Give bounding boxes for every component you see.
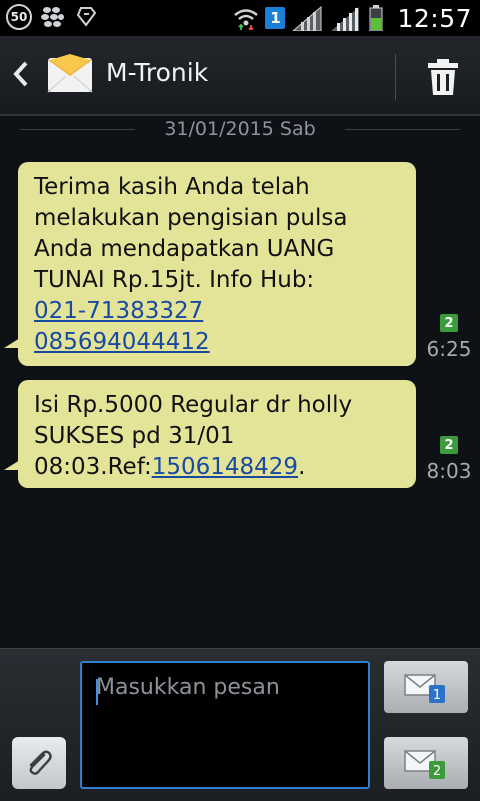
bbm-icon bbox=[40, 4, 66, 30]
send-sim2-button[interactable]: 2 bbox=[384, 737, 468, 789]
message-input[interactable] bbox=[82, 663, 368, 787]
header-divider bbox=[395, 54, 396, 100]
envelope-icon bbox=[46, 50, 94, 98]
back-button[interactable] bbox=[10, 60, 32, 88]
send-sim1-button[interactable]: 1 bbox=[384, 661, 468, 713]
date-separator: 31/01/2015 Sab bbox=[20, 118, 460, 140]
signal-sim1-icon bbox=[291, 5, 323, 31]
bubble-tail bbox=[4, 338, 20, 348]
sim1-badge: 1 bbox=[265, 7, 286, 29]
battery-percent-indicator: 50 bbox=[6, 4, 32, 30]
wifi-icon bbox=[233, 5, 259, 31]
download-arrow-icon bbox=[74, 4, 100, 30]
message-bubble-2[interactable]: Isi Rp.5000 Regular dr holly SUKSES pd 3… bbox=[4, 380, 416, 488]
status-right: 1 12:57 bbox=[233, 2, 472, 34]
send-sim2-number: 2 bbox=[433, 764, 441, 779]
message-input-box[interactable] bbox=[80, 661, 370, 789]
delete-thread-button[interactable] bbox=[416, 50, 470, 104]
battery-icon bbox=[367, 5, 385, 31]
bubble-tail bbox=[4, 460, 20, 470]
compose-area: 1 2 bbox=[0, 648, 480, 801]
sim2-tag-icon: 2 bbox=[440, 314, 458, 332]
paperclip-icon bbox=[29, 750, 52, 775]
text-cursor bbox=[96, 679, 98, 705]
send-sim1-icon: 1 bbox=[404, 674, 445, 703]
send-sim2-icon: 2 bbox=[404, 750, 445, 779]
message-text-end: . bbox=[298, 454, 306, 480]
date-line-right bbox=[345, 129, 460, 130]
message-bubble-1[interactable]: Terima kasih Anda telah melakukan pengis… bbox=[4, 162, 416, 366]
conversation-header: M-Tronik bbox=[0, 36, 480, 116]
message-time: 6:25 bbox=[426, 337, 472, 361]
message-text: Terima kasih Anda telah melakukan pengis… bbox=[34, 174, 348, 293]
ref-number-link[interactable]: 1506148429 bbox=[152, 454, 298, 480]
message-meta-2: 2 8:03 bbox=[424, 436, 474, 483]
phone-link-1[interactable]: 021-71383327 bbox=[34, 298, 203, 324]
message-time: 8:03 bbox=[426, 459, 472, 483]
phone-link-2[interactable]: 085694044412 bbox=[34, 329, 210, 355]
status-left: 50 bbox=[6, 4, 100, 30]
status-bar: 50 1 12:57 bbox=[0, 0, 480, 36]
sim2-tag-icon: 2 bbox=[440, 436, 458, 454]
contact-name: M-Tronik bbox=[106, 58, 209, 87]
attach-button[interactable] bbox=[12, 737, 66, 789]
message-meta-1: 2 6:25 bbox=[424, 314, 474, 361]
signal-sim2-icon bbox=[329, 5, 361, 31]
trash-icon bbox=[428, 59, 458, 95]
chevron-left-icon bbox=[13, 61, 28, 87]
status-clock: 12:57 bbox=[397, 3, 472, 33]
send-sim1-number: 1 bbox=[433, 688, 441, 703]
